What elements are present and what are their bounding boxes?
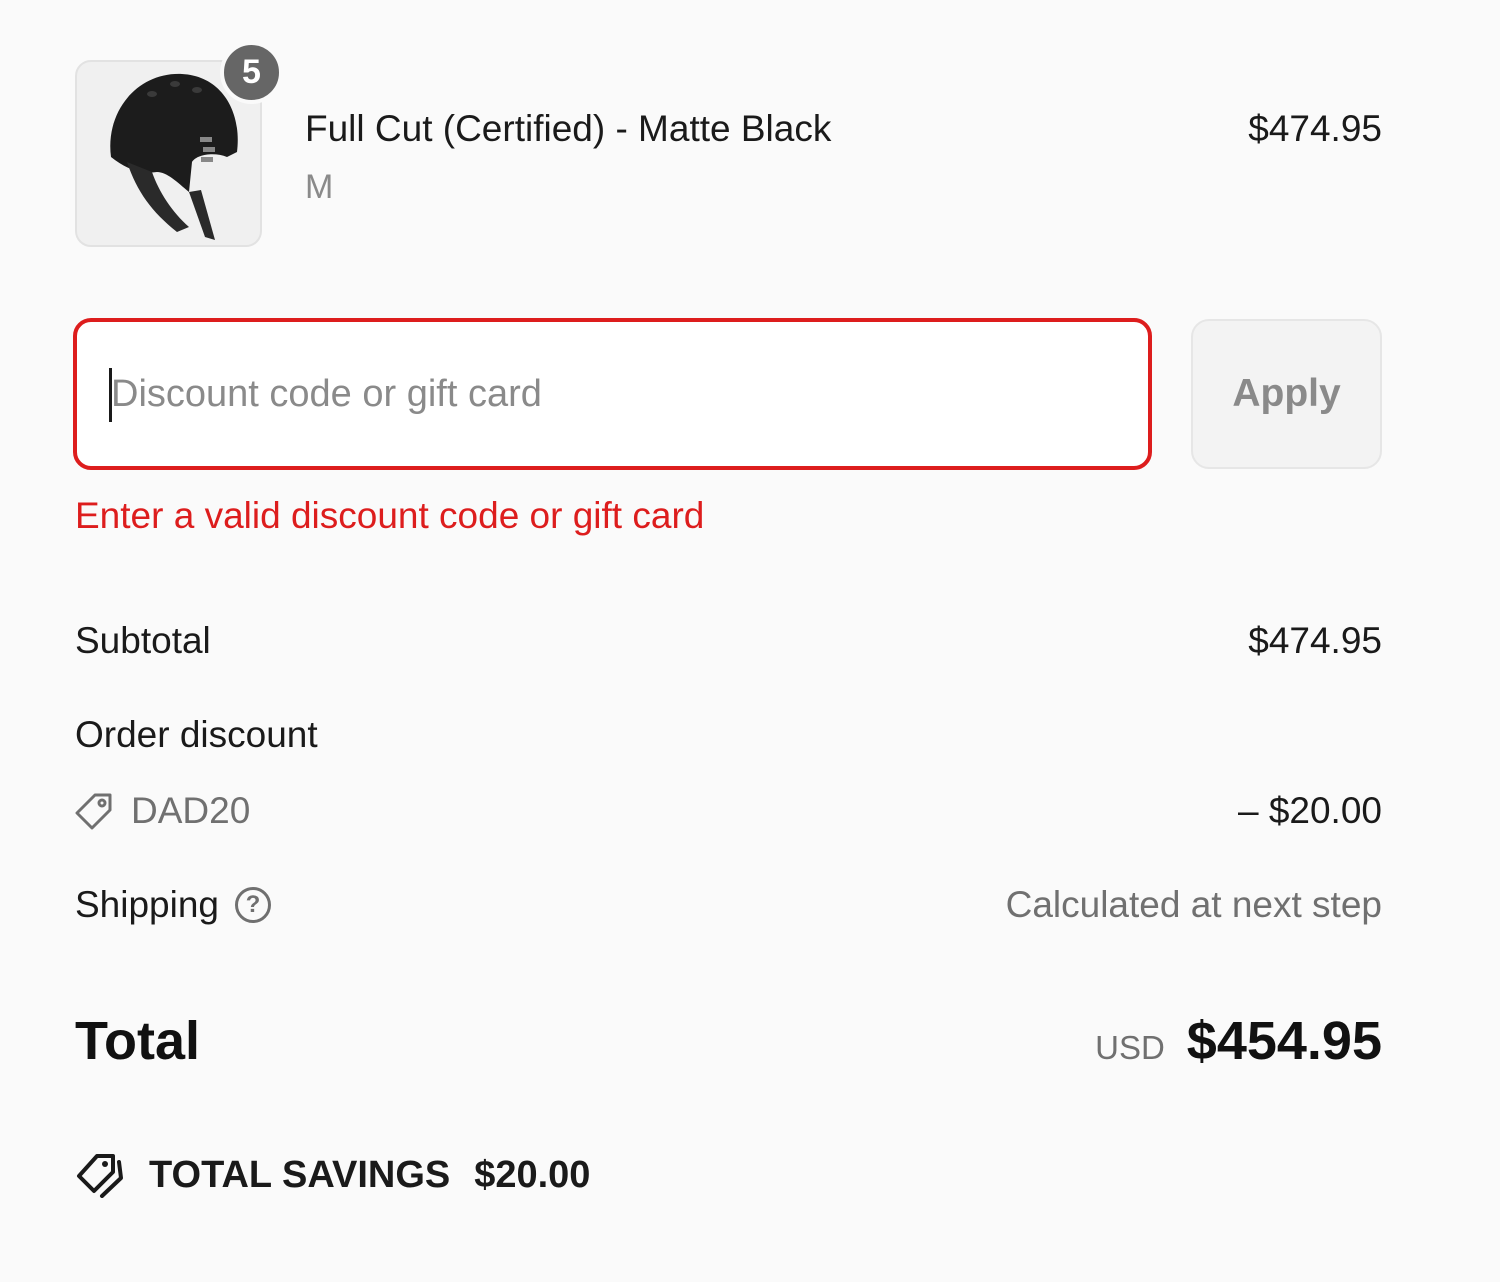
tags-icon (77, 1154, 123, 1198)
product-title: Full Cut (Certified) - Matte Black (305, 108, 832, 149)
subtotal-label: Subtotal (75, 620, 211, 661)
product-variant: M (305, 168, 334, 206)
product-price: $474.95 (1248, 108, 1382, 149)
total-savings-amount: $20.00 (474, 1153, 591, 1196)
order-discount-label: Order discount (75, 714, 318, 755)
discount-code: DAD20 (131, 790, 251, 831)
tag-icon (75, 793, 112, 830)
order-summary: 5 Full Cut (Certified) - Matte Black M $… (0, 0, 1500, 1282)
total-amount: $454.95 (1186, 1011, 1382, 1071)
discount-error-message: Enter a valid discount code or gift card (75, 495, 705, 536)
help-icon[interactable]: ? (235, 887, 272, 923)
quantity-badge: 5 (220, 41, 283, 104)
shipping-label: Shipping (75, 884, 220, 925)
apply-button[interactable]: Apply (1191, 319, 1382, 469)
text-caret (109, 368, 112, 422)
subtotal-value: $474.95 (1248, 620, 1382, 661)
discount-code-row: DAD20 (75, 790, 250, 832)
discount-value: – $20.00 (1237, 790, 1382, 831)
shipping-row: Shipping ? (75, 884, 272, 926)
shipping-value: Calculated at next step (1005, 884, 1382, 925)
total-label: Total (75, 1011, 200, 1071)
total-savings-row: TOTAL SAVINGS $20.00 (75, 1152, 590, 1198)
discount-code-input[interactable] (73, 318, 1152, 470)
currency-code: USD (1095, 1029, 1165, 1066)
total-amount-group: USD $454.95 (1095, 1010, 1382, 1072)
total-savings-label: TOTAL SAVINGS (149, 1153, 451, 1196)
